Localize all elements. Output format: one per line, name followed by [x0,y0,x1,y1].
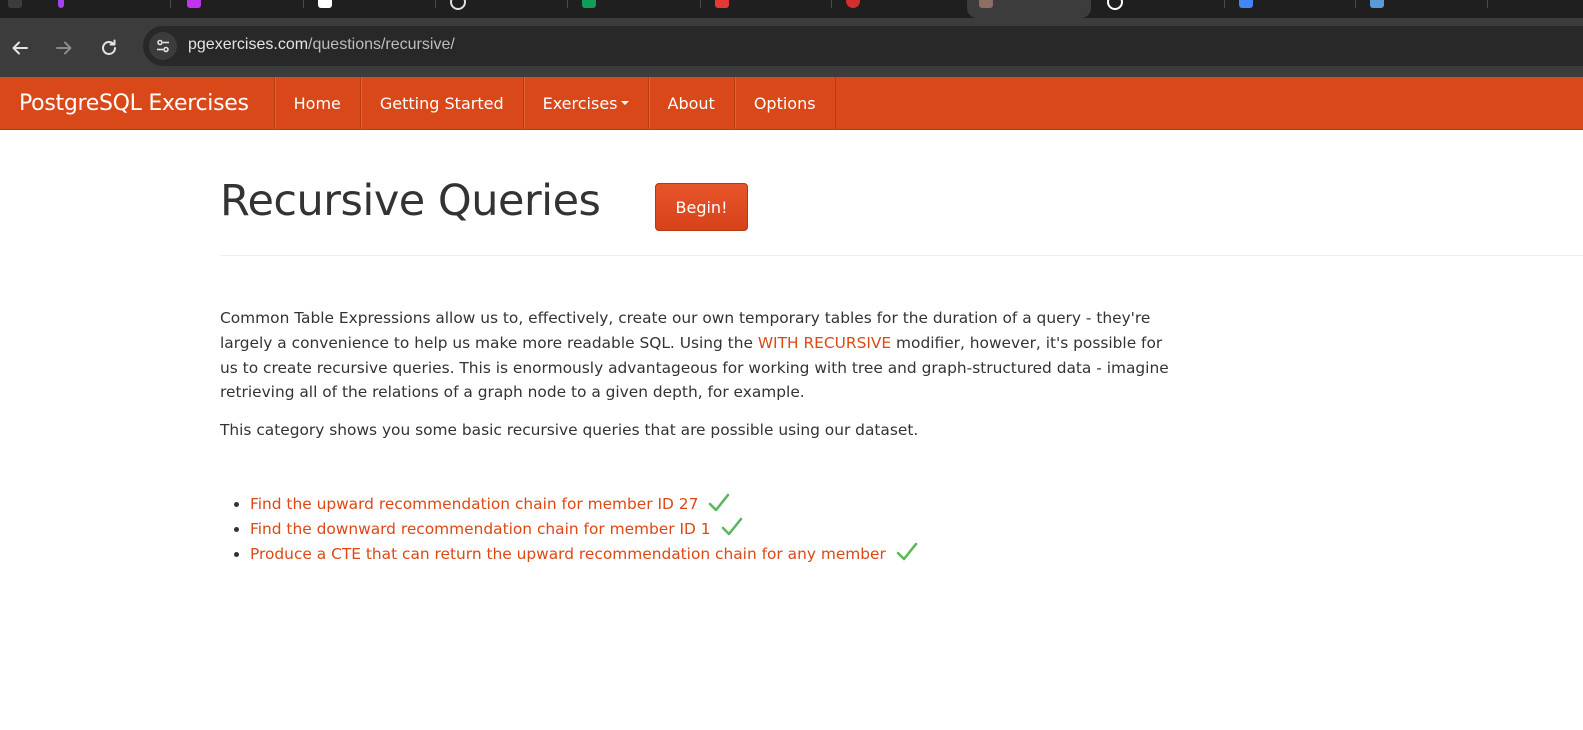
nav-options-link[interactable]: Options [733,77,836,129]
browser-tab[interactable] [1356,0,1488,18]
browser-tab[interactable] [832,0,967,18]
site-navbar: PostgreSQL Exercises Home Getting Starte… [0,77,1583,130]
arrow-right-icon [56,41,72,55]
reload-button[interactable] [97,36,121,60]
browser-tab-active[interactable] [967,0,1091,18]
arrow-left-icon [12,41,28,55]
exercise-item: Produce a CTE that can return the upward… [250,542,918,567]
nav-about-link[interactable]: About [647,77,734,129]
exercise-item: Find the downward recommendation chain f… [250,517,918,542]
tab-favicon-icon [1107,0,1123,10]
site-brand-link[interactable]: PostgreSQL Exercises [0,77,274,129]
tune-icon [157,39,169,53]
browser-tab[interactable] [0,0,40,18]
url-host: pgexercises.com [188,36,309,53]
page-title: Recursive Queries [220,176,601,226]
exercise-link[interactable]: Produce a CTE that can return the upward… [250,545,886,563]
browser-tab-strip [0,0,1583,18]
tab-favicon-icon [318,0,332,8]
tab-favicon-icon [979,0,993,8]
exercise-link[interactable]: Find the downward recommendation chain f… [250,520,711,538]
tab-favicon-icon [450,0,466,10]
exercise-item: Find the upward recommendation chain for… [250,492,918,517]
tab-favicon-icon [8,0,22,8]
browser-tab[interactable] [1225,0,1356,18]
forward-button[interactable] [52,36,76,60]
checkmark-icon [709,493,730,511]
browser-tab[interactable] [568,0,701,18]
tab-favicon-icon [58,0,64,8]
browser-tab[interactable] [171,0,304,18]
category-description: Common Table Expressions allow us to, ef… [220,306,1180,456]
tab-favicon-icon [846,0,860,8]
intro-paragraph-2: This category shows you some basic recur… [220,421,919,440]
reload-icon [102,39,116,55]
browser-tab[interactable] [1091,0,1225,18]
browser-tab[interactable] [304,0,436,18]
main-content: Recursive Queries Begin! Common Table Ex… [220,130,1583,563]
intro-paragraph: Common Table Expressions allow us to, ef… [220,306,1180,405]
browser-tab[interactable] [701,0,832,18]
browser-tab[interactable] [436,0,568,18]
begin-button[interactable]: Begin! [655,183,748,231]
browser-tab[interactable] [40,0,171,18]
tab-favicon-icon [1370,0,1384,8]
with-recursive-keyword: WITH RECURSIVE [757,333,892,352]
site-info-button[interactable] [149,32,177,60]
page-header: Recursive Queries Begin! [220,130,1583,256]
nav-getting-started-link[interactable]: Getting Started [359,77,523,129]
caret-down-icon [620,101,629,105]
address-bar[interactable]: pgexercises.com/questions/recursive/ [143,26,1583,66]
browser-toolbar: pgexercises.com/questions/recursive/ [0,18,1583,77]
url-text[interactable]: pgexercises.com/questions/recursive/ [188,36,455,54]
nav-home-link[interactable]: Home [273,77,360,129]
nav-exercises-dropdown[interactable]: Exercises [522,77,648,129]
tab-favicon-icon [715,0,729,8]
exercise-list: Find the upward recommendation chain for… [220,492,918,566]
url-path: /questions/recursive/ [308,36,455,53]
tab-favicon-icon [187,0,201,8]
exercise-link[interactable]: Find the upward recommendation chain for… [250,495,698,513]
checkmark-icon [721,517,742,536]
tab-favicon-icon [582,0,596,8]
tab-favicon-icon [1239,0,1253,8]
nav-exercises-label: Exercises [542,93,618,113]
back-button[interactable] [8,36,32,60]
checkmark-icon [896,542,918,561]
